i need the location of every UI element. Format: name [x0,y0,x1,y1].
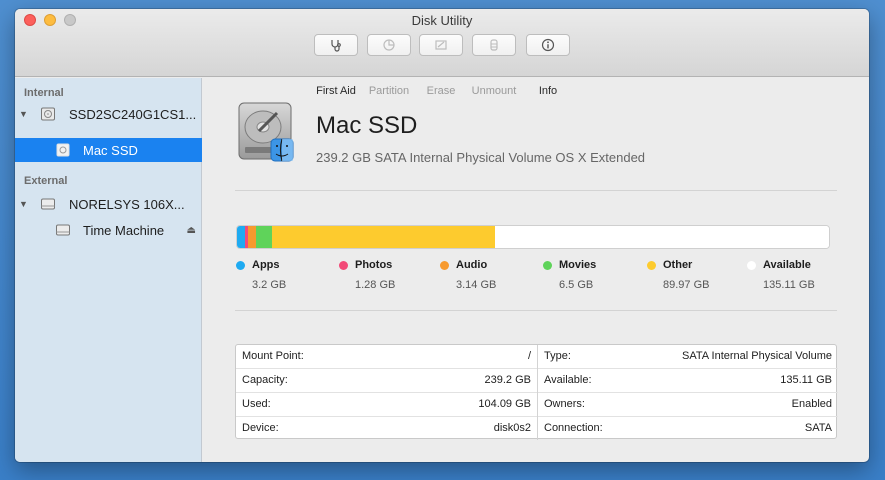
volume-icon [56,143,70,157]
legend-size: 6.5 GB [559,279,594,291]
info-value: SATA [804,422,832,434]
pie-chart-icon [383,39,395,51]
info-column-right: Type: SATA Internal Physical Volume Availa… [537,345,838,440]
legend-color-dot [339,261,348,270]
disclosure-triangle-icon[interactable]: ▼ [19,199,28,209]
legend-label: Other [663,259,693,271]
sidebar-item-internal-disk[interactable]: ▼ SSD2SC240G1CS1... [15,102,202,126]
window-title: Disk Utility [411,13,473,28]
divider [235,310,837,311]
hard-drive-finder-icon [238,102,294,162]
info-value: disk0s2 [493,422,531,434]
info-row: Owners: Enabled [538,393,838,417]
volume-description: 239.2 GB SATA Internal Physical Volume O… [316,150,646,165]
partition-button[interactable]: Partition [367,34,411,97]
legend-color-dot [543,261,552,270]
disk-utility-window: Disk Utility First Aid Partition Erase U… [15,9,869,462]
info-row: Capacity: 239.2 GB [236,369,537,393]
external-disk-icon [41,198,55,210]
sidebar-item-external-disk[interactable]: ▼ NORELSYS 106X... [15,192,202,216]
legend-size: 3.2 GB [252,279,287,291]
usage-segment-other [271,226,495,248]
usage-segment-movies [255,226,272,248]
legend-label: Movies [559,259,597,271]
legend-color-dot [236,261,245,270]
info-value: Enabled [791,398,832,410]
erase-icon [435,40,447,50]
sidebar-header-internal: Internal [24,87,64,99]
legend-color-dot [647,261,656,270]
legend-label: Photos [355,259,393,271]
usage-segment-audio [248,226,256,248]
info-value: SATA Internal Physical Volume [682,350,832,362]
sidebar: Internal ▼ SSD2SC240G1CS1... Mac SSD Ext… [15,78,202,462]
sidebar-item-label: Time Machine [83,222,165,238]
info-value: 104.09 GB [478,398,531,410]
legend-label: Audio [456,259,488,271]
external-volume-icon [56,224,70,236]
first-aid-button[interactable]: First Aid [314,34,358,97]
info-column-left: Mount Point: / Capacity: 239.2 GB Used: 104.0… [236,345,537,440]
legend-size: 135.11 GB [763,279,815,291]
main-panel: Mac SSD 239.2 GB SATA Internal Physical … [203,78,869,462]
info-key: Device: [242,422,279,434]
unmount-icon [490,39,498,51]
sidebar-item-label: NORELSYS 106X... [69,196,185,212]
info-key: Capacity: [242,374,288,386]
legend-label: Apps [252,259,280,271]
sidebar-item-time-machine[interactable]: Time Machine ⏏ [15,218,202,242]
eject-icon[interactable]: ⏏ [187,225,196,236]
info-key: Available: [544,374,592,386]
info-row: Device: disk0s2 [236,417,537,441]
stethoscope-icon [331,40,341,52]
legend-size: 3.14 GB [456,279,497,291]
usage-segment-apps [237,226,245,248]
info-key: Type: [544,350,571,362]
info-key: Used: [242,398,271,410]
legend-color-dot [440,261,449,270]
legend-size: 1.28 GB [355,279,396,291]
info-row: Available: 135.11 GB [538,369,838,393]
sidebar-header-external: External [24,175,68,187]
info-row: Type: SATA Internal Physical Volume [538,345,838,369]
sidebar-item-label: SSD2SC240G1CS1... [69,106,197,122]
info-icon [541,38,555,52]
divider [235,190,837,191]
usage-segment-available [494,226,829,248]
internal-disk-icon [41,107,55,121]
erase-button[interactable]: Erase [419,34,463,97]
legend-color-dot [747,261,756,270]
legend-label: Available [763,259,811,271]
info-key: Owners: [544,398,585,410]
info-row: Used: 104.09 GB [236,393,537,417]
unmount-button[interactable]: Unmount [472,34,516,97]
disclosure-triangle-icon[interactable]: ▼ [19,109,28,119]
info-value: / [527,350,531,362]
volume-title: Mac SSD [316,112,418,139]
info-value: 135.11 GB [780,374,832,386]
info-value: 239.2 GB [484,374,531,386]
storage-usage-bar [236,225,830,249]
info-key: Connection: [544,422,603,434]
info-button[interactable]: Info [526,34,570,97]
volume-info-table: Mount Point: / Capacity: 239.2 GB Used: 104.0… [235,344,838,440]
titlebar: Disk Utility First Aid Partition Erase U… [15,9,869,97]
sidebar-item-mac-ssd[interactable]: Mac SSD [15,138,202,162]
info-row: Mount Point: / [236,345,537,369]
info-row: Connection: SATA [538,417,838,441]
legend-size: 89.97 GB [663,279,710,291]
sidebar-item-label: Mac SSD [83,142,138,158]
info-key: Mount Point: [242,350,304,362]
